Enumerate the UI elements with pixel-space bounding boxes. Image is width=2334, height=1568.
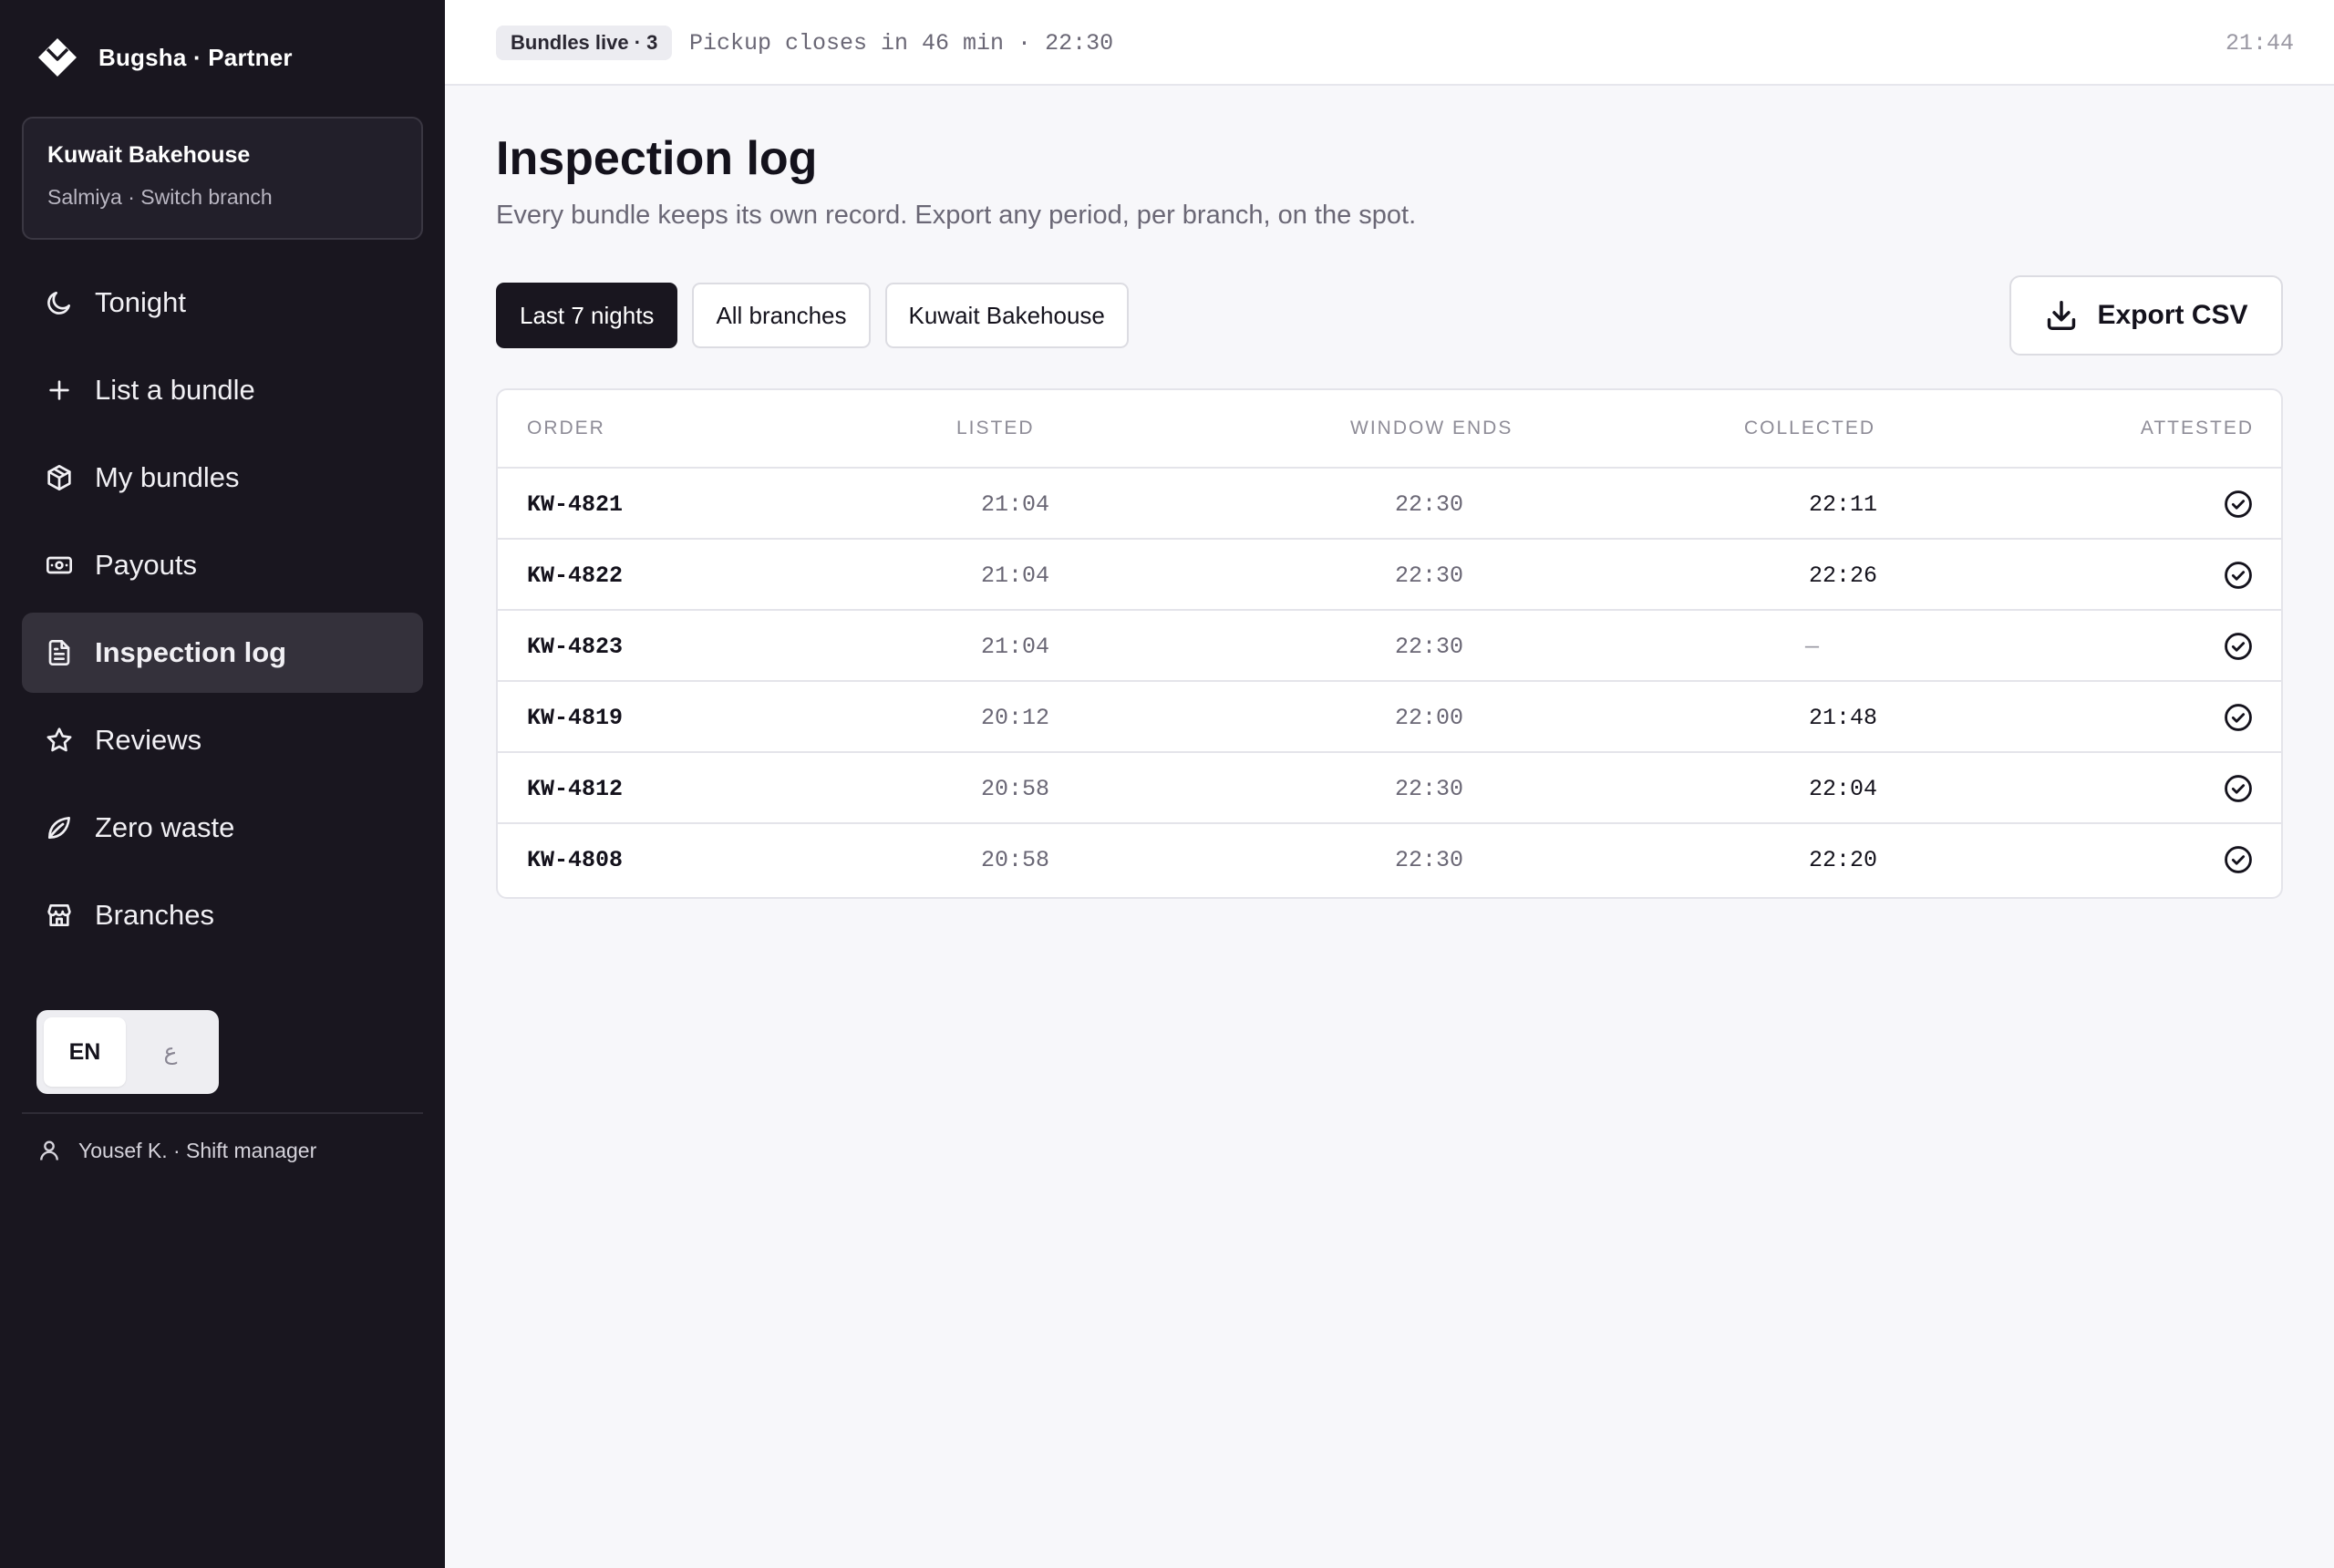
file-text-icon	[44, 637, 75, 668]
column-header-attested[interactable]: ATTESTED	[2141, 418, 2254, 439]
sidebar-item-reviews[interactable]: Reviews	[22, 700, 423, 780]
leaf-icon	[44, 812, 75, 843]
listed-time: 21:04	[981, 491, 1050, 518]
attested-check-icon	[2223, 631, 2254, 662]
moon-icon	[44, 287, 75, 318]
star-icon	[44, 725, 75, 756]
filter-kuwait-bakehouse[interactable]: Kuwait Bakehouse	[884, 283, 1129, 348]
topbar: Bundles live · 3 Pickup closes in 46 min…	[445, 0, 2334, 86]
sidebar-item-label: Reviews	[95, 724, 202, 756]
collected-time: 22:26	[1809, 562, 1878, 589]
attested-check-icon	[2223, 560, 2254, 591]
sidebar-item-label: Tonight	[95, 286, 186, 318]
package-icon	[44, 462, 75, 493]
order-id[interactable]: KW-4823	[527, 634, 623, 660]
sidebar-item-label: My bundles	[95, 461, 240, 493]
bundles-live-badge: Bundles live · 3	[496, 26, 673, 60]
branch-subtitle: Salmiya · Switch branch	[47, 185, 273, 209]
order-id[interactable]: KW-4808	[527, 847, 623, 873]
table-row[interactable]: KW-4821 21:04 22:30 22:11	[498, 469, 2281, 540]
table-row[interactable]: KW-4819 20:12 22:00 21:48	[498, 682, 2281, 753]
sidebar-item-branches[interactable]: Branches	[22, 875, 423, 955]
listed-time: 20:58	[981, 776, 1050, 802]
column-header-order[interactable]: ORDER	[527, 418, 605, 439]
user-label: Yousef K. · Shift manager	[78, 1138, 317, 1162]
order-id[interactable]: KW-4821	[527, 491, 623, 518]
sidebar-item-tonight[interactable]: Tonight	[22, 263, 423, 343]
window-ends-time: 22:30	[1395, 847, 1464, 873]
export-csv-label: Export CSV	[2097, 300, 2248, 330]
column-header-listed[interactable]: LISTED	[956, 418, 1035, 439]
filter-chips: Last 7 nights All branches Kuwait Bakeho…	[496, 283, 1129, 348]
filter-last-7-nights[interactable]: Last 7 nights	[496, 283, 678, 348]
filter-all-branches[interactable]: All branches	[692, 283, 871, 348]
window-ends-time: 22:30	[1395, 491, 1464, 518]
brand-name: Bugsha · Partner	[98, 43, 293, 71]
brand[interactable]: Bugsha · Partner	[36, 36, 293, 78]
window-ends-time: 22:00	[1395, 705, 1464, 731]
order-id[interactable]: KW-4812	[527, 776, 623, 802]
sidebar-item-zero-waste[interactable]: Zero waste	[22, 788, 423, 868]
clock: 21:44	[2225, 30, 2294, 57]
language-toggle: EN ع	[36, 1010, 219, 1094]
language-ar-button[interactable]: ع	[129, 1017, 212, 1087]
page-title: Inspection log	[496, 132, 818, 185]
table-row[interactable]: KW-4808 20:58 22:30 22:20	[498, 824, 2281, 895]
attested-check-icon	[2223, 489, 2254, 520]
sidebar-item-payouts[interactable]: Payouts	[22, 525, 423, 605]
listed-time: 20:58	[981, 847, 1050, 873]
order-id[interactable]: KW-4819	[527, 705, 623, 731]
sidebar-item-list-bundle[interactable]: List a bundle	[22, 350, 423, 430]
listed-time: 20:12	[981, 705, 1050, 731]
attested-check-icon	[2223, 773, 2254, 804]
download-icon	[2048, 301, 2076, 330]
user-profile[interactable]: Yousef K. · Shift manager	[36, 1138, 316, 1163]
inspection-table: ORDER LISTED WINDOW ENDS COLLECTED ATTES…	[496, 388, 2283, 899]
column-header-collected[interactable]: COLLECTED	[1744, 418, 1875, 439]
language-en-button[interactable]: EN	[44, 1017, 126, 1087]
brand-logo-icon	[38, 38, 77, 77]
sidebar-item-label: Zero waste	[95, 811, 235, 843]
banknote-icon	[44, 550, 75, 581]
window-ends-time: 22:30	[1395, 776, 1464, 802]
user-icon	[40, 1140, 58, 1161]
sidebar-item-label: Payouts	[95, 549, 198, 581]
listed-time: 21:04	[981, 634, 1050, 660]
plus-icon	[44, 375, 75, 406]
attested-check-icon	[2223, 702, 2254, 733]
branch-switcher[interactable]: Kuwait Bakehouse Salmiya · Switch branch	[22, 117, 423, 240]
collected-time: 22:11	[1809, 491, 1878, 518]
sidebar-item-label: Branches	[95, 899, 214, 931]
table-row[interactable]: KW-4823 21:04 22:30 —	[498, 611, 2281, 682]
sidebar-nav: Tonight List a bundle My bundles Payouts…	[22, 263, 423, 963]
collected-time: 22:04	[1809, 776, 1878, 802]
sidebar-item-my-bundles[interactable]: My bundles	[22, 438, 423, 518]
sidebar-item-label: List a bundle	[95, 374, 255, 406]
export-csv-button[interactable]: Export CSV	[2009, 275, 2283, 356]
collected-time: —	[1805, 634, 1820, 660]
column-header-window-ends[interactable]: WINDOW ENDS	[1350, 418, 1513, 439]
window-ends-time: 22:30	[1395, 634, 1464, 660]
table-header: ORDER LISTED WINDOW ENDS COLLECTED ATTES…	[498, 390, 2281, 469]
table-row[interactable]: KW-4812 20:58 22:30 22:04	[498, 753, 2281, 824]
sidebar: Bugsha · Partner Kuwait Bakehouse Salmiy…	[0, 0, 445, 1568]
attested-check-icon	[2223, 844, 2254, 875]
table-row[interactable]: KW-4822 21:04 22:30 22:26	[498, 540, 2281, 611]
collected-time: 22:20	[1809, 847, 1878, 873]
sidebar-divider	[22, 1112, 423, 1114]
sidebar-item-label: Inspection log	[95, 636, 287, 668]
page-subtitle: Every bundle keeps its own record. Expor…	[496, 201, 1417, 230]
window-ends-time: 22:30	[1395, 562, 1464, 589]
store-icon	[44, 900, 75, 931]
collected-time: 21:48	[1809, 705, 1878, 731]
order-id[interactable]: KW-4822	[527, 562, 623, 589]
sidebar-item-inspection-log[interactable]: Inspection log	[22, 613, 423, 693]
listed-time: 21:04	[981, 562, 1050, 589]
branch-name: Kuwait Bakehouse	[47, 142, 251, 168]
pickup-status: Pickup closes in 46 min · 22:30	[689, 30, 1114, 57]
